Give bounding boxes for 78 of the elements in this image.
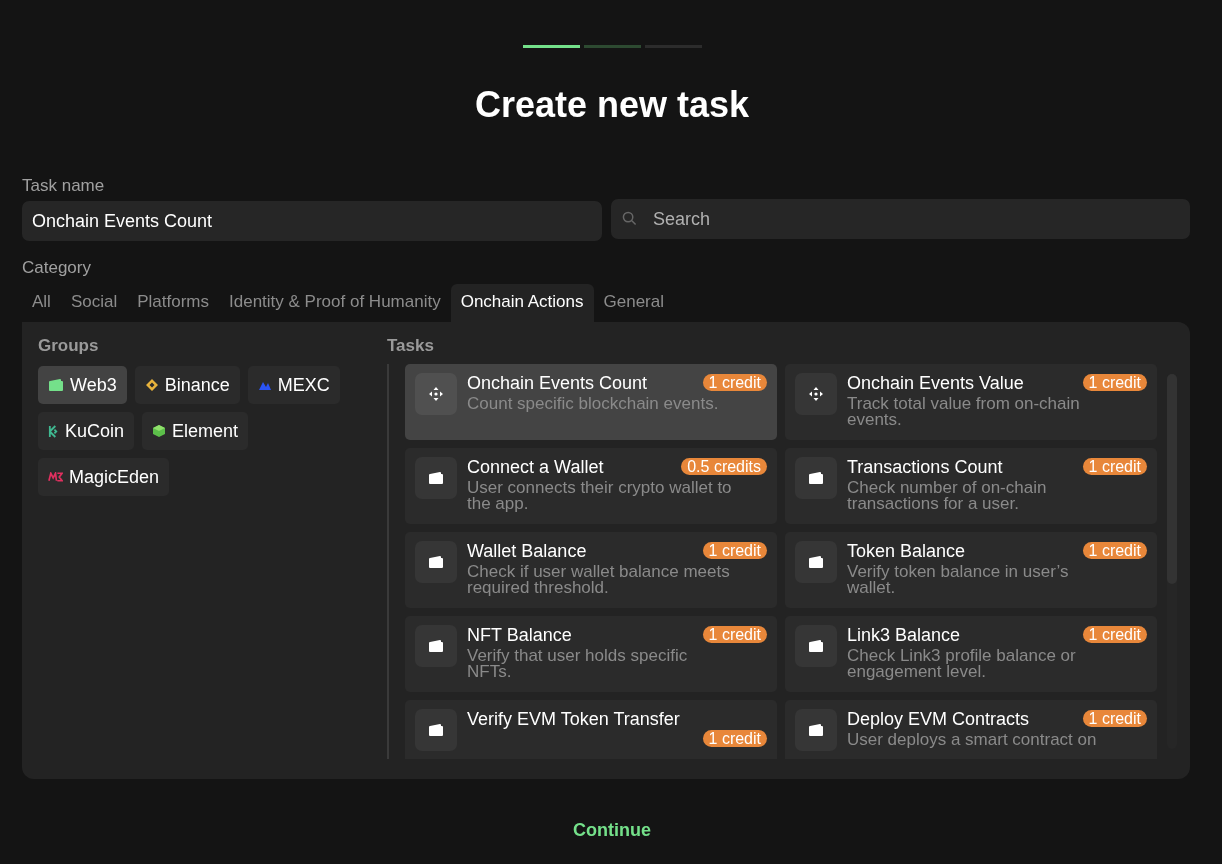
credit-badge: 1 credit [1082,542,1147,559]
task-description: Verify token balance in user’s wallet. [847,564,1070,596]
group-chip[interactable]: Element [142,412,249,450]
search-icon [622,211,637,226]
credit-badge: 1 credit [1082,626,1147,643]
credit-badge: 1 credit [702,626,767,643]
task-description: Check Link3 profile balance or engagement level. [847,648,1077,680]
credit-badge: 1 credit [702,374,767,391]
k-icon [48,424,59,438]
wallet-icon [428,639,444,653]
search-field[interactable]: Search [611,199,1190,239]
wallet-icon [808,471,824,485]
task-card[interactable]: Token Balance 1 credit Verify token balance in user’s wallet. [785,532,1157,608]
task-title: Transactions Count [847,457,1003,477]
field-label: Category [22,258,92,278]
task-card[interactable]: Onchain Events Count 1 credit Count specific blockchain events. [405,364,777,440]
task-description: Count specific blockchain events. [467,396,720,412]
task-description: User connects their crypto wallet to the app. [467,480,733,512]
wallet-icon [808,639,824,653]
field-label: Task name [22,176,106,196]
progress-step [583,45,641,48]
continue-button[interactable]: Continue [567,819,657,842]
wallet-icon [428,471,444,485]
task-description: Track total value from on-chain events. [847,396,1081,428]
task-name-field[interactable]: Onchain Events Count [22,201,602,241]
task-card[interactable]: Wallet Balance 1 credit Check if user wallet balance meets required threshold. [405,532,777,608]
section-heading: Tasks [387,336,435,357]
cube-icon [152,424,167,438]
credit-badge: 1 credit [1082,710,1147,727]
credit-badge: 1 credit [702,730,767,747]
group-chip[interactable]: MagicEden [38,458,170,496]
move-icon [428,386,444,402]
category-tab[interactable]: Identity & Proof of Humanity [219,284,451,322]
task-title: Onchain Events Count [467,373,648,393]
task-card[interactable]: Deploy EVM Contracts 1 credit User deploys a smart contract on [785,700,1157,759]
group-chip[interactable]: Web3 [38,366,127,404]
group-chip[interactable]: Binance [134,366,240,404]
wallet-icon [808,723,824,737]
m-icon [48,472,63,482]
wallet-icon [428,555,444,569]
task-title: Wallet Balance [467,541,587,561]
page-title: Create new task [473,83,751,127]
credit-badge: 1 credit [1082,374,1147,391]
group-chip[interactable]: KuCoin [38,412,135,450]
peaks-icon [257,380,272,390]
task-card[interactable]: NFT Balance 1 credit Verify that user holds specific NFTs. [405,616,777,692]
credit-badge: 1 credit [702,542,767,559]
task-title: Verify EVM Token Transfer [467,709,680,729]
task-card[interactable]: Connect a Wallet 0.5 credits User connects their crypto wallet to the app. [405,448,777,524]
task-description: Check if user wallet balance meets required threshold. [467,564,731,596]
task-card[interactable]: Transactions Count 1 credit Check number of on-chain transactions for a user. [785,448,1157,524]
task-description: Check number of on-chain transactions for a user. [847,480,1048,512]
task-card[interactable]: Verify EVM Token Transfer 1 credit [405,700,777,759]
task-description: Verify that user holds specific NFTs. [467,648,689,680]
task-title: Onchain Events Value [847,373,1024,393]
wallet-icon [808,555,824,569]
move-icon [808,386,824,402]
task-description: User deploys a smart contract on [847,732,1098,748]
category-tab[interactable]: All [22,284,61,322]
section-heading: Groups [38,336,100,357]
credit-badge: 0.5 credits [681,458,767,475]
task-card[interactable]: Link3 Balance 1 credit Check Link3 profile balance or engagement level. [785,616,1157,692]
progress-step [522,45,580,48]
group-chip[interactable]: MEXC [247,366,340,404]
task-card[interactable]: Onchain Events Value 1 credit Track total value from on-chain events. [785,364,1157,440]
category-tab[interactable]: Platforms [127,284,219,322]
task-title: NFT Balance [467,625,572,645]
category-tab[interactable]: General [593,284,674,322]
diamond-icon [144,378,159,392]
task-title: Connect a Wallet [467,457,604,477]
category-tab[interactable]: Social [60,284,128,322]
task-title: Link3 Balance [847,625,961,645]
credit-badge: 1 credit [1082,458,1147,475]
wallet-icon [48,378,64,392]
task-title: Deploy EVM Contracts [847,709,1030,729]
wallet-icon [428,723,444,737]
category-tab[interactable]: Onchain Actions [450,284,594,322]
task-title: Token Balance [847,541,966,561]
